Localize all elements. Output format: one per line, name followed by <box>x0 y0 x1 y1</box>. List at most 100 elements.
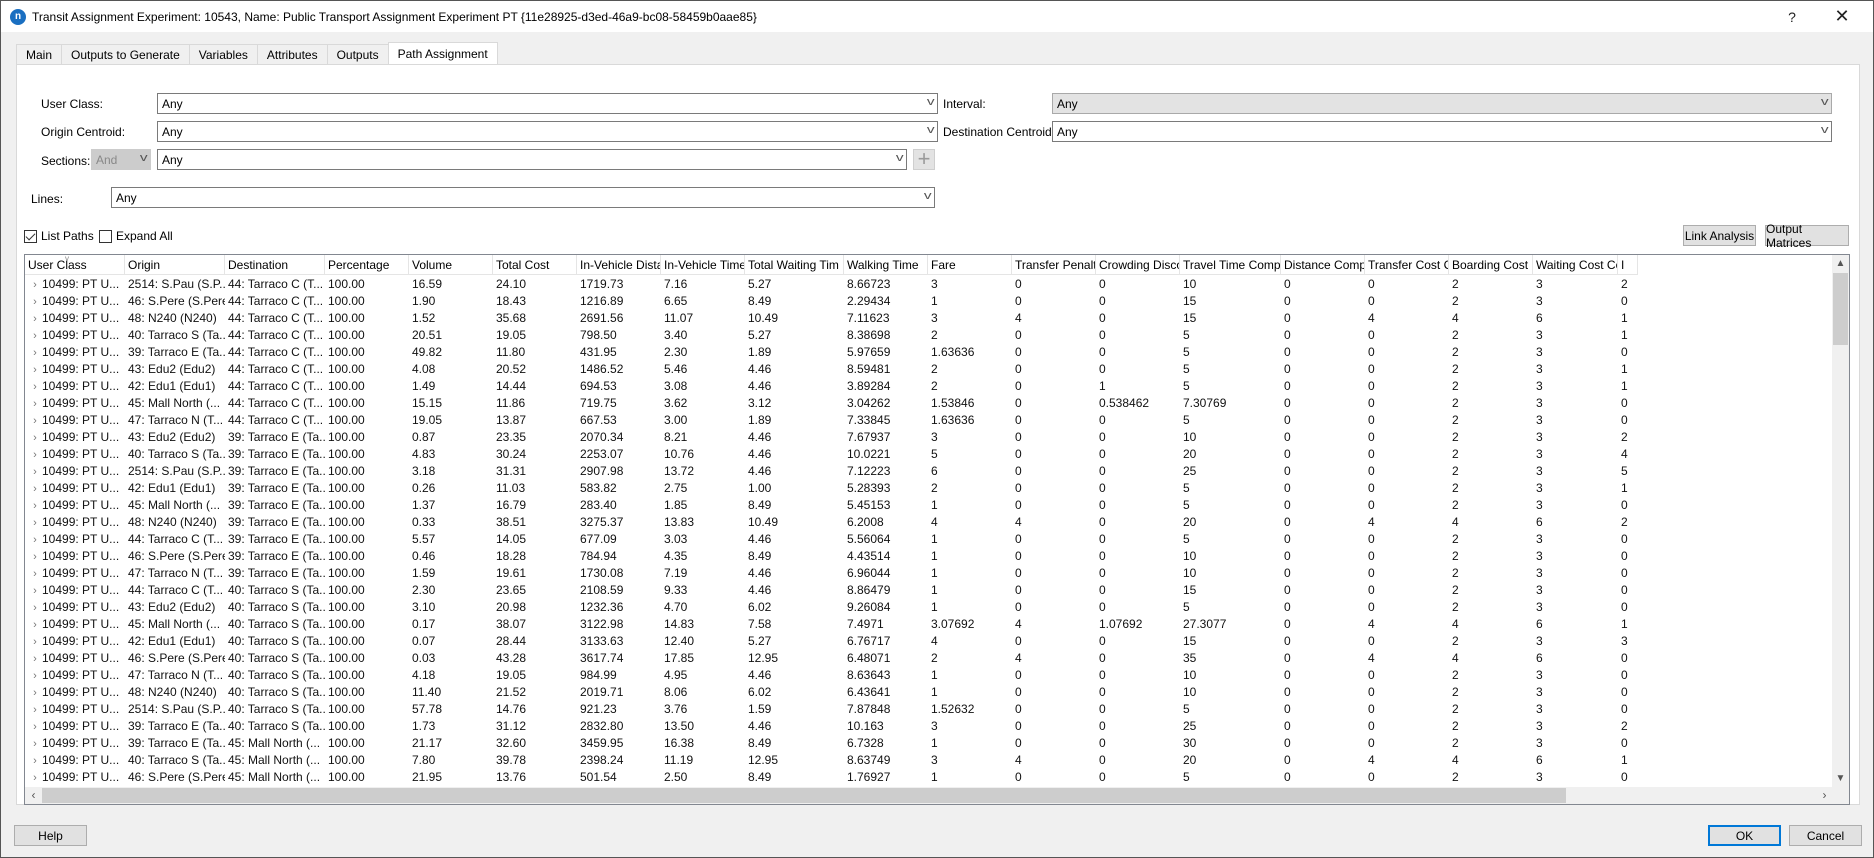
table-row[interactable]: › 10499: PT U... 40: Tarraco S (Ta... 45: M… <box>25 752 1638 769</box>
vertical-scrollbar[interactable]: ▲ ▼ <box>1832 255 1849 787</box>
column-header-total-waiting-tim[interactable]: Total Waiting Tim <box>745 255 844 275</box>
column-header-boarding-cost-co[interactable]: Boarding Cost Co <box>1449 255 1533 275</box>
scroll-down-icon[interactable]: ▼ <box>1832 770 1849 787</box>
output-matrices-button[interactable]: Output Matrices <box>1765 222 1849 250</box>
expand-row-icon[interactable]: › <box>28 498 42 514</box>
column-header-origin[interactable]: Origin <box>125 255 225 275</box>
expand-row-icon[interactable]: › <box>28 430 42 446</box>
expand-row-icon[interactable]: › <box>28 311 42 327</box>
help-button[interactable]: Help <box>14 825 87 846</box>
column-header-walking-time[interactable]: Walking Time <box>844 255 928 275</box>
table-row[interactable]: › 10499: PT U... 42: Edu1 (Edu1) 39: Tarrac… <box>25 480 1638 497</box>
horizontal-scrollbar[interactable]: ‹ › <box>25 787 1833 804</box>
expand-row-icon[interactable]: › <box>28 600 42 616</box>
expand-row-icon[interactable]: › <box>28 532 42 548</box>
add-section-button[interactable]: + <box>913 148 935 170</box>
table-row[interactable]: › 10499: PT U... 48: N240 (N240) 39: Tarrac… <box>25 514 1638 531</box>
expand-row-icon[interactable]: › <box>28 685 42 701</box>
expand-row-icon[interactable]: › <box>28 447 42 463</box>
cancel-button[interactable]: Cancel <box>1789 825 1862 846</box>
table-row[interactable]: › 10499: PT U... 48: N240 (N240) 40: Tarrac… <box>25 684 1638 701</box>
table-row[interactable]: › 10499: PT U... 47: Tarraco N (T... 40: Ta… <box>25 667 1638 684</box>
column-header-total-cost[interactable]: Total Cost <box>493 255 577 275</box>
column-header-fare[interactable]: Fare <box>928 255 1012 275</box>
expand-row-icon[interactable]: › <box>28 549 42 565</box>
table-row[interactable]: › 10499: PT U... 47: Tarraco N (T... 44: Ta… <box>25 412 1638 429</box>
table-row[interactable]: › 10499: PT U... 47: Tarraco N (T... 39: Ta… <box>25 565 1638 582</box>
list-paths-checkbox[interactable]: List Paths <box>24 229 94 243</box>
expand-row-icon[interactable]: › <box>28 753 42 769</box>
expand-row-icon[interactable]: › <box>28 668 42 684</box>
origin-centroid-select[interactable]: Any v <box>157 121 938 142</box>
vertical-scroll-thumb[interactable] <box>1833 273 1848 345</box>
tab-main[interactable]: Main <box>16 44 63 65</box>
scroll-left-icon[interactable]: ‹ <box>25 787 42 804</box>
column-header-destination[interactable]: Destination <box>225 255 325 275</box>
table-row[interactable]: › 10499: PT U... 2514: S.Pau (S.P... 40: Ta… <box>25 701 1638 718</box>
tab-attributes[interactable]: Attributes <box>256 44 328 65</box>
table-row[interactable]: › 10499: PT U... 46: S.Pere (S.Pere) 40: Ta… <box>25 650 1638 667</box>
expand-row-icon[interactable]: › <box>28 464 42 480</box>
expand-row-icon[interactable]: › <box>28 294 42 310</box>
close-icon[interactable]: ✕ <box>1819 1 1865 32</box>
expand-row-icon[interactable]: › <box>28 583 42 599</box>
table-row[interactable]: › 10499: PT U... 42: Edu1 (Edu1) 40: Tarrac… <box>25 633 1638 650</box>
expand-all-checkbox[interactable]: Expand All <box>99 229 173 243</box>
table-row[interactable]: › 10499: PT U... 45: Mall North (... 44: Ta… <box>25 395 1638 412</box>
table-row[interactable]: › 10499: PT U... 39: Tarraco E (Ta... 45: M… <box>25 735 1638 752</box>
expand-row-icon[interactable]: › <box>28 328 42 344</box>
expand-row-icon[interactable]: › <box>28 277 42 293</box>
column-header-distance-compor[interactable]: Distance Compor <box>1281 255 1365 275</box>
column-header-i[interactable]: I <box>1618 255 1638 275</box>
column-header-in-vehicle-time[interactable]: In-Vehicle Time <box>661 255 745 275</box>
table-row[interactable]: › 10499: PT U... 2514: S.Pau (S.P... 39: Ta… <box>25 463 1638 480</box>
tab-variables[interactable]: Variables <box>188 44 258 65</box>
column-header-crowding-discom[interactable]: Crowding Discom <box>1096 255 1180 275</box>
sections-operator-select[interactable]: And v <box>91 149 151 170</box>
scroll-right-icon[interactable]: › <box>1816 787 1833 804</box>
table-row[interactable]: › 10499: PT U... 43: Edu2 (Edu2) 39: Tarrac… <box>25 429 1638 446</box>
interval-select[interactable]: Any v <box>1052 93 1832 114</box>
lines-select[interactable]: Any v <box>111 187 935 208</box>
table-row[interactable]: › 10499: PT U... 46: S.Pere (S.Pere) 45: Ma… <box>25 769 1638 786</box>
column-header-travel-time-comp[interactable]: Travel Time Comp <box>1180 255 1281 275</box>
table-row[interactable]: › 10499: PT U... 45: Mall North (... 39: Ta… <box>25 497 1638 514</box>
expand-row-icon[interactable]: › <box>28 651 42 667</box>
expand-row-icon[interactable]: › <box>28 362 42 378</box>
link-analysis-button[interactable]: Link Analysis <box>1683 225 1756 246</box>
expand-row-icon[interactable]: › <box>28 702 42 718</box>
expand-row-icon[interactable]: › <box>28 396 42 412</box>
expand-row-icon[interactable]: › <box>28 719 42 735</box>
tab-outputs-to-generate[interactable]: Outputs to Generate <box>61 44 190 65</box>
tab-path-assignment[interactable]: Path Assignment <box>387 42 498 64</box>
expand-row-icon[interactable]: › <box>28 413 42 429</box>
expand-row-icon[interactable]: › <box>28 345 42 361</box>
table-row[interactable]: › 10499: PT U... 42: Edu1 (Edu1) 44: Tarrac… <box>25 378 1638 395</box>
column-header-percentage[interactable]: Percentage <box>325 255 409 275</box>
table-row[interactable]: › 10499: PT U... 43: Edu2 (Edu2) 40: Tarrac… <box>25 599 1638 616</box>
column-header-user-class[interactable]: User Class v <box>25 255 125 275</box>
expand-row-icon[interactable]: › <box>28 736 42 752</box>
column-header-volume[interactable]: Volume <box>409 255 493 275</box>
table-row[interactable]: › 10499: PT U... 46: S.Pere (S.Pere) 39: Ta… <box>25 548 1638 565</box>
expand-row-icon[interactable]: › <box>28 481 42 497</box>
ok-button[interactable]: OK <box>1708 825 1781 846</box>
table-row[interactable]: › 10499: PT U... 43: Edu2 (Edu2) 44: Tarrac… <box>25 361 1638 378</box>
expand-row-icon[interactable]: › <box>28 515 42 531</box>
user-class-select[interactable]: Any v <box>157 93 938 114</box>
tab-outputs[interactable]: Outputs <box>326 44 389 65</box>
column-header-transfer-penalty[interactable]: Transfer Penalty <box>1012 255 1096 275</box>
table-row[interactable]: › 10499: PT U... 45: Mall North (... 40: Ta… <box>25 616 1638 633</box>
destination-centroid-select[interactable]: Any v <box>1052 121 1832 142</box>
table-row[interactable]: › 10499: PT U... 39: Tarraco E (Ta... 40: T… <box>25 718 1638 735</box>
expand-row-icon[interactable]: › <box>28 617 42 633</box>
column-header-in-vehicle-distanc[interactable]: In-Vehicle Distanc <box>577 255 661 275</box>
scroll-up-icon[interactable]: ▲ <box>1832 255 1849 272</box>
expand-row-icon[interactable]: › <box>28 379 42 395</box>
horizontal-scroll-thumb[interactable] <box>42 788 1566 803</box>
table-row[interactable]: › 10499: PT U... 39: Tarraco E (Ta... 44: T… <box>25 344 1638 361</box>
column-header-waiting-cost-con[interactable]: Waiting Cost Con <box>1533 255 1618 275</box>
sections-select[interactable]: Any v <box>157 149 907 170</box>
table-row[interactable]: › 10499: PT U... 40: Tarraco S (Ta... 44: T… <box>25 327 1638 344</box>
expand-row-icon[interactable]: › <box>28 634 42 650</box>
